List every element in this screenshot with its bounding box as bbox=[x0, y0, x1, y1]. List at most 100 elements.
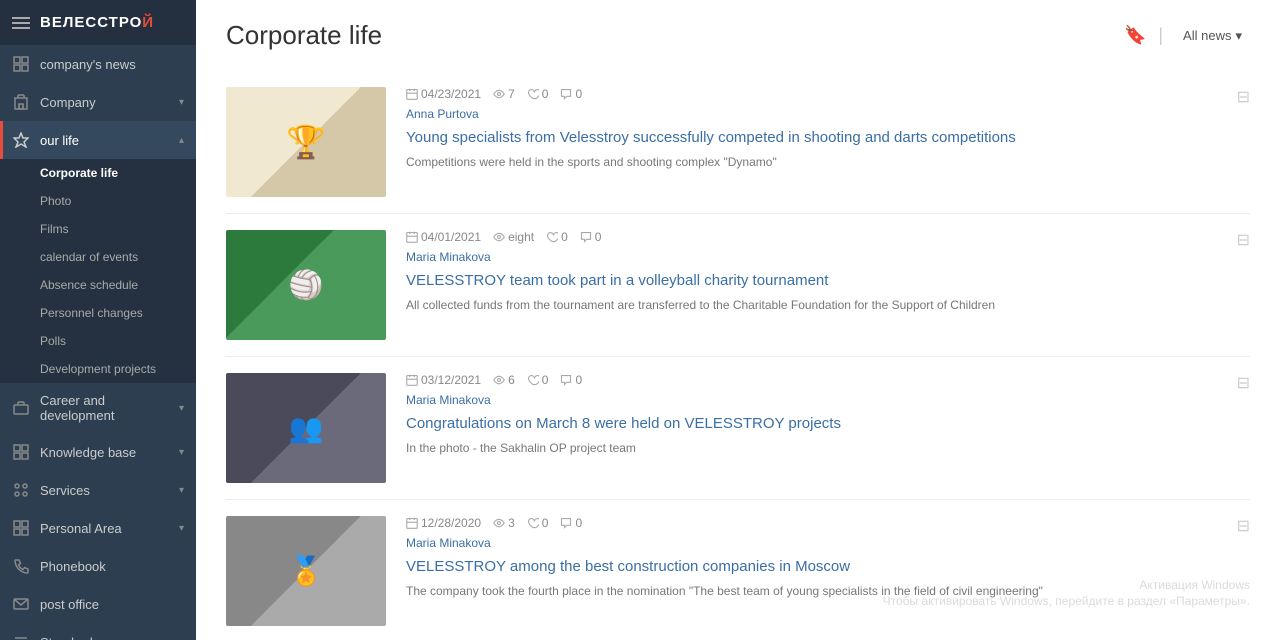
hamburger-menu-icon[interactable] bbox=[12, 17, 30, 29]
news-likes-4: 0 bbox=[527, 516, 549, 530]
card-bookmark-2[interactable]: ⊟ bbox=[1237, 230, 1250, 250]
sidebar-label-services: Services bbox=[40, 483, 169, 498]
main-content: Corporate life 🔖 | All news ▾ bbox=[196, 0, 1280, 640]
news-views-3: 6 bbox=[493, 373, 515, 387]
chevron-down-icon: ▾ bbox=[179, 447, 184, 458]
sidebar-item-company[interactable]: Company ▾ bbox=[0, 83, 196, 121]
chevron-down-icon: ▾ bbox=[179, 485, 184, 496]
news-title-1[interactable]: Young specialists from Velesstroy succes… bbox=[406, 127, 1250, 148]
card-bookmark-1[interactable]: ⊟ bbox=[1237, 87, 1250, 107]
news-comments-2: 0 bbox=[580, 230, 602, 244]
sidebar-label-personal-area: Personal Area bbox=[40, 521, 169, 536]
news-desc-3: In the photo - the Sakhalin OP project t… bbox=[406, 440, 1250, 457]
news-body-2: 04/01/2021 eight 0 bbox=[406, 230, 1250, 340]
news-date-2: 04/01/2021 bbox=[406, 230, 481, 244]
news-desc-4: The company took the fourth place in the… bbox=[406, 583, 1250, 600]
person-icon bbox=[12, 519, 30, 537]
news-title-3[interactable]: Congratulations on March 8 were held on … bbox=[406, 413, 1250, 434]
sidebar-label-companys-news: company's news bbox=[40, 57, 184, 72]
card-bookmark-4[interactable]: ⊟ bbox=[1237, 516, 1250, 536]
news-date-4: 12/28/2020 bbox=[406, 516, 481, 530]
sidebar-item-development-projects[interactable]: Development projects bbox=[0, 355, 196, 383]
active-bar bbox=[0, 121, 3, 159]
grid-icon bbox=[12, 55, 30, 73]
news-meta-4: 12/28/2020 3 0 bbox=[406, 516, 1250, 530]
sidebar-item-absence-schedule[interactable]: Absence schedule bbox=[0, 271, 196, 299]
star-icon bbox=[12, 131, 30, 149]
phone-icon bbox=[12, 557, 30, 575]
our-life-subnav: Corporate life Photo Films calendar of e… bbox=[0, 159, 196, 383]
news-author-1[interactable]: Anna Purtova bbox=[406, 107, 1250, 121]
chevron-down-icon: ▾ bbox=[179, 97, 184, 108]
sidebar-label-company: Company bbox=[40, 95, 169, 110]
sidebar-item-services[interactable]: Services ▾ bbox=[0, 471, 196, 509]
sidebar-label-standard-menu: Standard menu bbox=[40, 635, 184, 640]
news-views-2: eight bbox=[493, 230, 534, 244]
news-title-2[interactable]: VELESSTROY team took part in a volleybal… bbox=[406, 270, 1250, 291]
news-card-1: 04/23/2021 7 0 bbox=[226, 71, 1250, 214]
sidebar-item-companys-news[interactable]: company's news bbox=[0, 45, 196, 83]
news-date-1: 04/23/2021 bbox=[406, 87, 481, 101]
news-card-2: 04/01/2021 eight 0 bbox=[226, 214, 1250, 357]
header-right: 🔖 | All news ▾ bbox=[1124, 24, 1250, 48]
page-header: Corporate life 🔖 | All news ▾ bbox=[226, 20, 1250, 51]
news-body-4: 12/28/2020 3 0 bbox=[406, 516, 1250, 626]
news-card-3: 03/12/2021 6 0 bbox=[226, 357, 1250, 500]
sidebar-item-career[interactable]: Career and development ▾ bbox=[0, 383, 196, 433]
news-comments-1: 0 bbox=[560, 87, 582, 101]
mail-icon bbox=[12, 595, 30, 613]
page-title: Corporate life bbox=[226, 20, 382, 51]
news-meta-2: 04/01/2021 eight 0 bbox=[406, 230, 1250, 244]
news-meta-1: 04/23/2021 7 0 bbox=[406, 87, 1250, 101]
sidebar-item-personal-area[interactable]: Personal Area ▾ bbox=[0, 509, 196, 547]
news-meta-3: 03/12/2021 6 0 bbox=[406, 373, 1250, 387]
news-thumb-3 bbox=[226, 373, 386, 483]
sidebar: ВЕЛЕССТРОЙ company's news Company ▾ bbox=[0, 0, 196, 640]
news-body-3: 03/12/2021 6 0 bbox=[406, 373, 1250, 483]
all-news-button[interactable]: All news ▾ bbox=[1175, 24, 1250, 48]
news-comments-3: 0 bbox=[560, 373, 582, 387]
card-bookmark-3[interactable]: ⊟ bbox=[1237, 373, 1250, 393]
news-date-3: 03/12/2021 bbox=[406, 373, 481, 387]
sidebar-label-phonebook: Phonebook bbox=[40, 559, 184, 574]
sidebar-item-phonebook[interactable]: Phonebook bbox=[0, 547, 196, 585]
news-thumb-4 bbox=[226, 516, 386, 626]
news-title-4[interactable]: VELESSTROY among the best construction c… bbox=[406, 556, 1250, 577]
news-likes-2: 0 bbox=[546, 230, 568, 244]
news-list: 04/23/2021 7 0 bbox=[226, 71, 1250, 640]
chevron-right-icon: ▾ bbox=[1235, 28, 1242, 44]
news-thumb-2 bbox=[226, 230, 386, 340]
news-views-1: 7 bbox=[493, 87, 515, 101]
divider: | bbox=[1158, 25, 1163, 46]
news-author-2[interactable]: Maria Minakova bbox=[406, 250, 1250, 264]
news-desc-2: All collected funds from the tournament … bbox=[406, 297, 1250, 314]
news-desc-1: Competitions were held in the sports and… bbox=[406, 154, 1250, 171]
sidebar-item-knowledge-base[interactable]: Knowledge base ▾ bbox=[0, 433, 196, 471]
logo: ВЕЛЕССТРОЙ bbox=[40, 14, 154, 31]
sidebar-item-post-office[interactable]: post office bbox=[0, 585, 196, 623]
chevron-down-icon: ▾ bbox=[179, 403, 184, 414]
chevron-up-icon: ▴ bbox=[179, 135, 184, 146]
sidebar-item-personnel-changes[interactable]: Personnel changes bbox=[0, 299, 196, 327]
sidebar-item-polls[interactable]: Polls bbox=[0, 327, 196, 355]
knowledge-icon bbox=[12, 443, 30, 461]
sidebar-item-films[interactable]: Films bbox=[0, 215, 196, 243]
news-likes-1: 0 bbox=[527, 87, 549, 101]
sidebar-header: ВЕЛЕССТРОЙ bbox=[0, 0, 196, 45]
news-author-3[interactable]: Maria Minakova bbox=[406, 393, 1250, 407]
sidebar-item-our-life[interactable]: our life ▴ bbox=[0, 121, 196, 159]
briefcase-icon bbox=[12, 399, 30, 417]
news-likes-3: 0 bbox=[527, 373, 549, 387]
sidebar-item-standard-menu[interactable]: Standard menu bbox=[0, 623, 196, 640]
sidebar-label-our-life: our life bbox=[40, 133, 169, 148]
bookmark-main-icon[interactable]: 🔖 bbox=[1124, 25, 1146, 46]
news-comments-4: 0 bbox=[560, 516, 582, 530]
news-thumb-1 bbox=[226, 87, 386, 197]
news-views-4: 3 bbox=[493, 516, 515, 530]
sidebar-item-corporate-life[interactable]: Corporate life bbox=[0, 159, 196, 187]
sidebar-label-knowledge-base: Knowledge base bbox=[40, 445, 169, 460]
sidebar-item-calendar-events[interactable]: calendar of events bbox=[0, 243, 196, 271]
news-author-4[interactable]: Maria Minakova bbox=[406, 536, 1250, 550]
sidebar-item-photo[interactable]: Photo bbox=[0, 187, 196, 215]
news-card-4: 12/28/2020 3 0 bbox=[226, 500, 1250, 640]
